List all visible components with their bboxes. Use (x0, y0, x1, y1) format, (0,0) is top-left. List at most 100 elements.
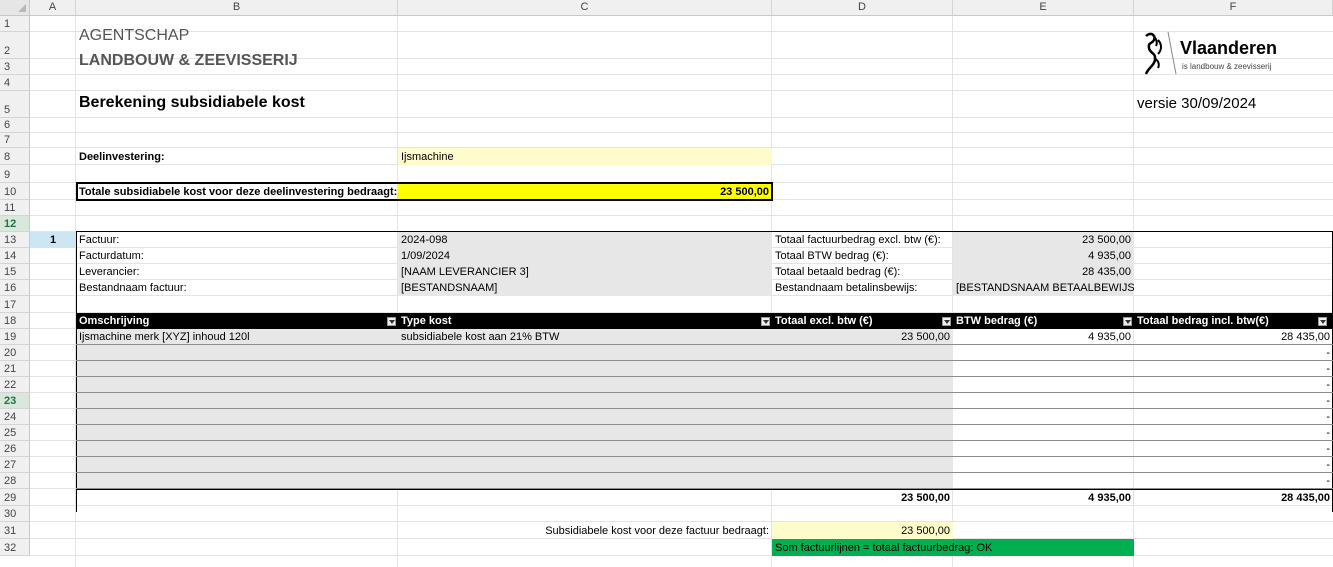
table-cell[interactable] (76, 473, 398, 489)
row-header-32[interactable]: 32 (0, 539, 30, 556)
column-header-c[interactable]: C (398, 0, 772, 16)
table-cell[interactable] (398, 473, 772, 489)
table-cell[interactable] (76, 425, 398, 441)
table-cell[interactable] (76, 393, 398, 409)
table-cell[interactable] (398, 425, 772, 441)
table-cell[interactable] (398, 361, 772, 377)
table-cell[interactable]: 28 435,00 (1134, 329, 1333, 345)
column-header-a[interactable]: A (30, 0, 76, 16)
table-cell[interactable] (953, 361, 1134, 377)
filter-dropdown-icon[interactable] (942, 317, 951, 326)
table-cell[interactable] (772, 377, 953, 393)
row-header-10[interactable]: 10 (0, 183, 30, 200)
datum-value[interactable]: 1/09/2024 (398, 248, 772, 264)
row-header-31[interactable]: 31 (0, 522, 30, 539)
table-cell[interactable] (398, 409, 772, 425)
row-header-14[interactable]: 14 (0, 248, 30, 264)
table-cell[interactable] (953, 393, 1134, 409)
total-btw[interactable]: 4 935,00 (953, 490, 1134, 506)
table-cell[interactable] (772, 457, 953, 473)
table-header-type[interactable]: Type kost (398, 313, 772, 329)
table-cell[interactable] (76, 345, 398, 361)
table-cell[interactable] (772, 393, 953, 409)
filter-dropdown-icon[interactable] (761, 317, 770, 326)
select-all-corner[interactable] (0, 0, 30, 16)
table-header-omschrijving[interactable]: Omschrijving (76, 313, 398, 329)
table-header-incl[interactable]: Totaal bedrag incl. btw(€) (1134, 313, 1333, 329)
table-cell[interactable]: - (1134, 425, 1333, 441)
spreadsheet-grid[interactable]: A B C D E F 1 2 3 4 5 6 7 8 9 10 11 12 13 14 15 16 17 18 1… (0, 0, 1333, 567)
row-header-17[interactable]: 17 (0, 296, 30, 313)
table-cell[interactable]: 23 500,00 (772, 329, 953, 345)
table-cell[interactable] (953, 457, 1134, 473)
table-cell[interactable] (398, 377, 772, 393)
table-header-excl[interactable]: Totaal excl. btw (€) (772, 313, 953, 329)
total-incl[interactable]: 28 435,00 (1134, 490, 1333, 506)
row-header-24[interactable]: 24 (0, 409, 30, 425)
table-cell[interactable]: - (1134, 345, 1333, 361)
table-cell[interactable] (953, 441, 1134, 457)
total-value-cell[interactable]: 23 500,00 (398, 183, 772, 200)
table-cell[interactable] (76, 457, 398, 473)
total-excl[interactable]: 23 500,00 (772, 490, 953, 506)
table-cell[interactable]: 4 935,00 (953, 329, 1134, 345)
table-cell[interactable] (953, 425, 1134, 441)
bestand-value[interactable]: [BESTANDSNAAM] (398, 280, 772, 296)
table-cell[interactable] (76, 361, 398, 377)
table-cell[interactable]: - (1134, 377, 1333, 393)
row-header-12[interactable]: 12 (0, 216, 30, 232)
row-header-2[interactable]: 2 (0, 32, 30, 59)
row-header-13[interactable]: 13 (0, 232, 30, 248)
row-header-6[interactable]: 6 (0, 118, 30, 133)
table-cell[interactable] (398, 457, 772, 473)
table-header-btw[interactable]: BTW bedrag (€) (953, 313, 1134, 329)
table-cell[interactable] (953, 345, 1134, 361)
factuur-value[interactable]: 2024-098 (398, 232, 772, 248)
table-cell[interactable]: - (1134, 393, 1333, 409)
row-header-21[interactable]: 21 (0, 361, 30, 377)
invoice-number[interactable]: 1 (30, 232, 76, 248)
row-header-28[interactable]: 28 (0, 473, 30, 489)
row-header-27[interactable]: 27 (0, 457, 30, 473)
table-cell[interactable] (772, 425, 953, 441)
column-header-f[interactable]: F (1134, 0, 1333, 16)
table-cell[interactable] (76, 441, 398, 457)
betaal-bestand-value[interactable]: [BESTANDSNAAM BETAALBEWIJS] (953, 280, 1134, 296)
leverancier-value[interactable]: [NAAM LEVERANCIER 3] (398, 264, 772, 280)
row-header-25[interactable]: 25 (0, 425, 30, 441)
row-header-18[interactable]: 18 (0, 313, 30, 329)
investment-value-cell[interactable]: Ijsmachine (398, 148, 772, 165)
table-cell[interactable]: - (1134, 473, 1333, 489)
table-cell[interactable] (76, 409, 398, 425)
table-cell[interactable] (772, 473, 953, 489)
row-header-23[interactable]: 23 (0, 393, 30, 409)
filter-dropdown-icon[interactable] (387, 317, 396, 326)
table-cell[interactable]: subsidiabele kost aan 21% BTW (398, 329, 772, 345)
table-cell[interactable]: - (1134, 409, 1333, 425)
table-cell[interactable]: - (1134, 441, 1333, 457)
excl-value[interactable]: 23 500,00 (953, 232, 1134, 248)
btw-value[interactable]: 4 935,00 (953, 248, 1134, 264)
table-cell[interactable] (398, 345, 772, 361)
column-header-d[interactable]: D (772, 0, 953, 16)
row-header-1[interactable]: 1 (0, 16, 30, 32)
table-cell[interactable] (772, 441, 953, 457)
table-cell[interactable] (772, 361, 953, 377)
row-header-26[interactable]: 26 (0, 441, 30, 457)
row-header-7[interactable]: 7 (0, 133, 30, 148)
row-header-15[interactable]: 15 (0, 264, 30, 280)
row-header-8[interactable]: 8 (0, 148, 30, 165)
row-header-4[interactable]: 4 (0, 75, 30, 91)
table-cell[interactable] (398, 393, 772, 409)
table-cell[interactable] (953, 473, 1134, 489)
filter-dropdown-icon[interactable] (1123, 317, 1132, 326)
summary-value[interactable]: 23 500,00 (772, 522, 953, 539)
table-cell[interactable] (772, 345, 953, 361)
row-header-9[interactable]: 9 (0, 165, 30, 183)
table-cell[interactable] (953, 377, 1134, 393)
table-cell[interactable] (953, 409, 1134, 425)
table-cell[interactable] (772, 409, 953, 425)
row-header-30[interactable]: 30 (0, 506, 30, 522)
row-header-3[interactable]: 3 (0, 59, 30, 75)
row-header-11[interactable]: 11 (0, 200, 30, 216)
